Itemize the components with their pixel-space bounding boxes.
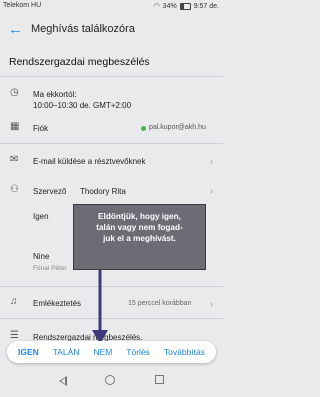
nav-back-icon[interactable] — [59, 376, 67, 386]
nav-recents-icon[interactable] — [155, 375, 164, 384]
forward-button[interactable]: Továbbítás — [164, 347, 205, 357]
response-action-bar: IGEN TALÁN NEM Törlés Továbbítás — [7, 341, 216, 363]
accept-button[interactable]: IGEN — [18, 347, 39, 357]
decline-button[interactable]: NEM — [93, 347, 112, 357]
callout-arrow — [92, 270, 108, 344]
system-nav-bar — [0, 367, 223, 397]
delete-button[interactable]: Törlés — [126, 347, 150, 357]
tentative-button[interactable]: TALÁN — [53, 347, 80, 357]
nav-home-icon[interactable] — [105, 375, 115, 385]
